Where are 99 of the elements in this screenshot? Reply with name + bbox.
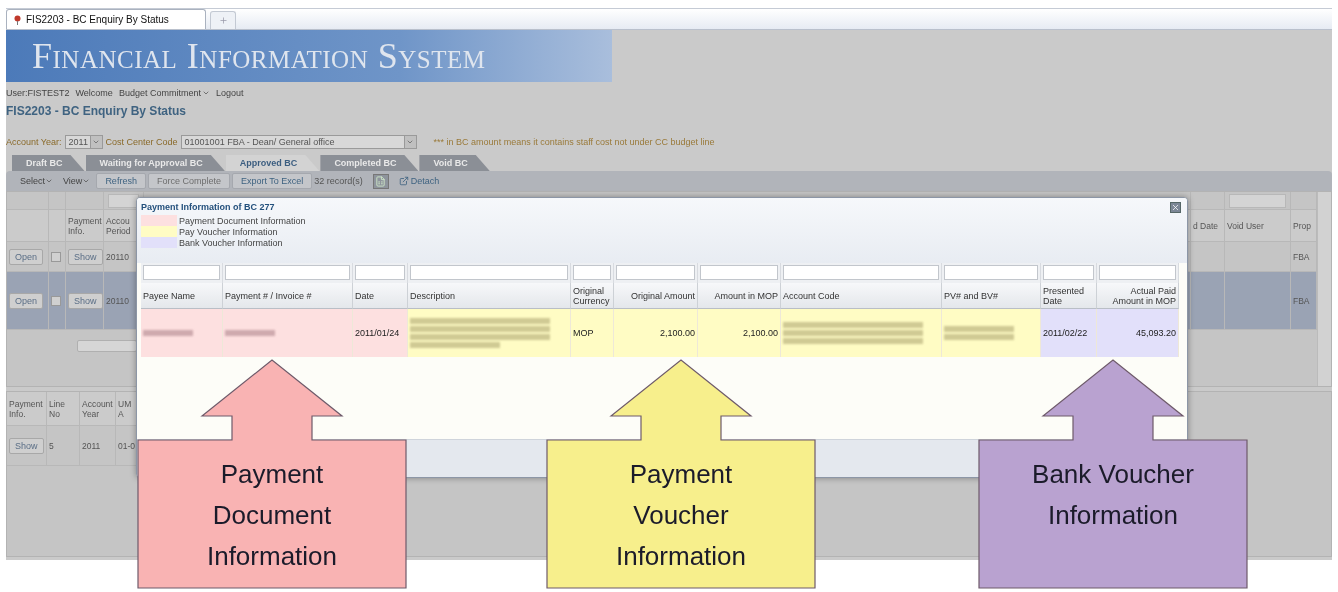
column-header: Description	[408, 283, 571, 309]
column-header: Payment Info.	[7, 392, 47, 426]
column-header: Actual Paid Amount in MOP	[1097, 283, 1179, 309]
filter-field[interactable]	[355, 265, 405, 280]
column-header: d Date	[1191, 210, 1225, 242]
open-button[interactable]: Open	[9, 248, 44, 265]
pin-icon	[13, 14, 22, 25]
note-text: *** in BC amount means it contains staff cost not under CC budget line	[433, 137, 715, 147]
spreadsheet-button[interactable]	[372, 173, 389, 189]
table-cell: 45,093.20	[1135, 328, 1176, 338]
table-cell: 2011	[80, 426, 116, 466]
nav-link[interactable]: Welcome	[75, 88, 113, 98]
dialog-title: Payment Information of BC 277	[141, 202, 275, 212]
legend-label: Bank Voucher Information	[179, 237, 283, 248]
field-label: Cost Center Code	[105, 137, 178, 147]
column-header: Void User	[1225, 210, 1291, 242]
tab[interactable]: Waiting for Approval BC	[85, 155, 225, 171]
callout-label: Bank Voucher Information	[1031, 458, 1195, 532]
caret-icon	[406, 138, 415, 146]
caret-icon	[92, 138, 101, 146]
table-cell: 5	[47, 426, 80, 466]
table-cell	[1225, 272, 1291, 330]
filter-field[interactable]	[700, 265, 778, 280]
filter-field[interactable]	[108, 193, 139, 208]
filter-field[interactable]	[573, 265, 611, 280]
column-header: UM A	[116, 392, 138, 426]
caret-icon	[82, 177, 91, 185]
column-header: Prop	[1291, 210, 1317, 242]
tab[interactable]: Approved BC	[225, 155, 320, 171]
plus-icon	[218, 16, 228, 25]
legend-label: Pay Voucher Information	[179, 226, 278, 237]
redacted-text	[143, 330, 193, 336]
open-button[interactable]: Open	[9, 292, 44, 309]
browser-tab[interactable]: FIS2203 - BC Enquiry By Status	[6, 9, 206, 29]
filter-field[interactable]	[783, 265, 939, 280]
external-link-icon	[398, 176, 409, 186]
tab[interactable]: Void BC	[419, 155, 490, 171]
toolbar-button[interactable]: Export To Excel	[231, 173, 313, 189]
table-cell: 2,100.00	[659, 328, 695, 338]
nav-link[interactable]: Logout	[215, 88, 244, 98]
show-button[interactable]: Show	[68, 248, 103, 265]
toolbar-menu[interactable]: View	[59, 176, 95, 186]
spreadsheet-icon	[375, 175, 387, 187]
tab-title: FIS2203 - BC Enquiry By Status	[26, 14, 169, 25]
column-header: Original Currency	[571, 283, 614, 309]
column-header: Payment Info.	[66, 210, 104, 242]
scrollbar[interactable]	[77, 340, 137, 352]
nav-link[interactable]: Budget Commitment	[118, 88, 210, 98]
row-checkbox[interactable]	[51, 251, 61, 262]
row-checkbox[interactable]	[51, 295, 61, 306]
close-icon	[1171, 203, 1180, 212]
caret-icon	[45, 177, 53, 185]
filter-field[interactable]	[143, 265, 220, 280]
table-cell: 2011/02/22	[1043, 328, 1088, 338]
table-cell	[1191, 272, 1225, 330]
filter-field[interactable]	[225, 265, 350, 280]
table-cell: 2,100.00	[742, 328, 778, 338]
column-header: Line No	[47, 392, 80, 426]
scrollbar[interactable]	[1317, 192, 1331, 386]
table-cell: 2011/01/24	[355, 328, 400, 338]
redacted-text	[944, 326, 1014, 332]
toolbar-menu[interactable]: Select	[16, 176, 57, 186]
column-header: Amount in MOP	[698, 283, 781, 309]
filter-field[interactable]	[616, 265, 695, 280]
redacted-text	[944, 334, 1014, 340]
user-name: User:FISTEST2	[6, 88, 70, 98]
column-header: Original Amount	[614, 283, 698, 309]
filter-field[interactable]	[944, 265, 1038, 280]
show-button[interactable]: Show	[9, 437, 44, 454]
column-header: Payment # / Invoice #	[223, 283, 353, 309]
cost-center-select[interactable]: 01001001 FBA - Dean/ General office	[180, 135, 417, 149]
toolbar-button[interactable]: Refresh	[96, 173, 146, 189]
filter-field[interactable]	[1229, 193, 1286, 208]
page-title: FIS2203 - BC Enquiry By Status	[6, 104, 188, 118]
column-header: PV# and BV#	[942, 283, 1041, 309]
banner-title: Financial Information System	[32, 35, 486, 77]
tab[interactable]: Draft BC	[12, 155, 85, 171]
field-label: Account Year:	[6, 137, 62, 147]
close-button[interactable]	[1170, 202, 1181, 213]
callout-label: Payment Voucher Information	[614, 458, 748, 573]
detach-link[interactable]: Detach	[398, 176, 440, 186]
filter-field[interactable]	[1099, 265, 1176, 280]
table-cell: FBA	[1291, 272, 1317, 330]
filter-field[interactable]	[410, 265, 568, 280]
tab[interactable]: Completed BC	[320, 155, 419, 171]
show-button[interactable]: Show	[68, 292, 103, 309]
redacted-text	[225, 330, 275, 336]
column-header: Account Code	[781, 283, 942, 309]
new-tab-button[interactable]	[210, 11, 236, 29]
legend-label: Payment Document Information	[179, 215, 306, 226]
record-count: 32 record(s)	[314, 176, 363, 186]
year-select[interactable]: 2011	[64, 135, 103, 149]
callout-label: Payment Document Information	[205, 458, 339, 573]
column-header: Payee Name	[141, 283, 223, 309]
column-header: Presented Date	[1041, 283, 1097, 309]
column-header: Account Year	[80, 392, 116, 426]
table-cell: MOP	[573, 328, 594, 338]
column-header: Date	[353, 283, 408, 309]
filter-field[interactable]	[1043, 265, 1094, 280]
